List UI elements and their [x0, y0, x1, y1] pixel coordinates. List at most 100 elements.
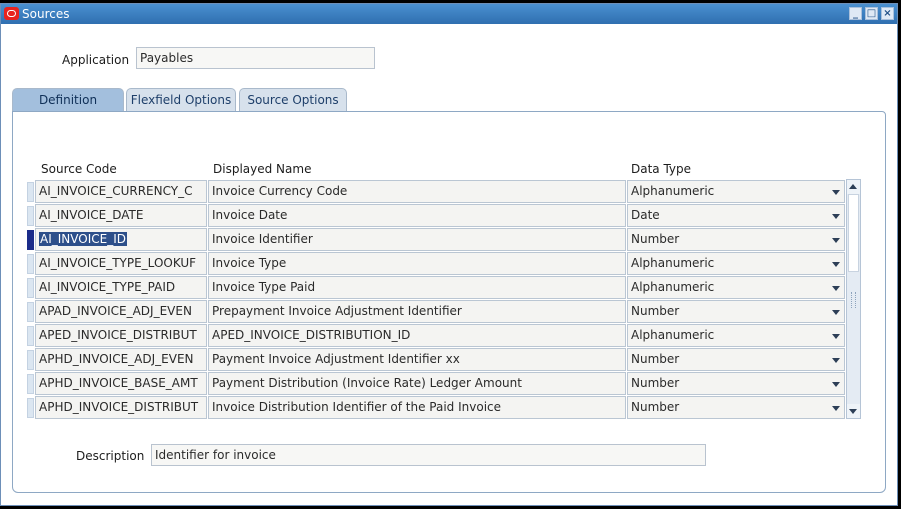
- data-type-value: Number: [631, 304, 680, 318]
- displayed-name-cell[interactable]: Payment Invoice Adjustment Identifier xx: [208, 348, 626, 371]
- chevron-down-icon[interactable]: [832, 334, 840, 339]
- data-type-value: Number: [631, 352, 680, 366]
- chevron-down-icon[interactable]: [832, 238, 840, 243]
- description-label: Description: [76, 449, 145, 463]
- scroll-thumb[interactable]: [848, 194, 859, 272]
- source-code-text: AI_INVOICE_ID: [39, 232, 127, 246]
- table-row[interactable]: APED_INVOICE_DISTRIBUT APED_INVOICE_DISTR…: [0, 324, 901, 348]
- table-row[interactable]: APHD_INVOICE_BASE_AMT Payment Distributio…: [0, 372, 901, 396]
- table-row[interactable]: AI_INVOICE_DATE Invoice Date Date: [0, 204, 901, 228]
- source-code-cell[interactable]: AI_INVOICE_ID: [35, 228, 207, 251]
- row-indicator[interactable]: [27, 302, 34, 322]
- source-code-cell[interactable]: AI_INVOICE_DATE: [35, 204, 207, 227]
- data-type-select[interactable]: Alphanumeric: [627, 180, 845, 203]
- tab-flexfield-options[interactable]: Flexfield Options: [126, 88, 236, 112]
- scroll-down-icon[interactable]: [847, 404, 860, 418]
- displayed-name-cell[interactable]: Payment Distribution (Invoice Rate) Ledg…: [208, 372, 626, 395]
- row-indicator[interactable]: [27, 350, 34, 370]
- row-indicator[interactable]: [27, 182, 34, 202]
- data-type-value: Alphanumeric: [631, 184, 715, 198]
- row-indicator[interactable]: [27, 374, 34, 394]
- row-indicator[interactable]: [27, 230, 34, 250]
- column-header-displayed-name: Displayed Name: [213, 162, 312, 176]
- source-code-text: APAD_INVOICE_ADJ_EVEN: [39, 304, 192, 318]
- source-code-cell[interactable]: APHD_INVOICE_ADJ_EVEN: [35, 348, 207, 371]
- data-type-select[interactable]: Alphanumeric: [627, 252, 845, 275]
- oracle-app-icon: [4, 7, 19, 20]
- table-row[interactable]: AI_INVOICE_TYPE_LOOKUF Invoice Type Alphan…: [0, 252, 901, 276]
- source-code-text: AI_INVOICE_DATE: [39, 208, 144, 222]
- source-code-text: APHD_INVOICE_ADJ_EVEN: [39, 352, 194, 366]
- data-type-select[interactable]: Number: [627, 372, 845, 395]
- source-code-cell[interactable]: AI_INVOICE_TYPE_PAID: [35, 276, 207, 299]
- data-type-value: Alphanumeric: [631, 280, 715, 294]
- row-indicator[interactable]: [27, 398, 34, 418]
- data-type-select[interactable]: Alphanumeric: [627, 276, 845, 299]
- data-type-select[interactable]: Number: [627, 228, 845, 251]
- row-indicator[interactable]: [27, 254, 34, 274]
- application-field[interactable]: Payables: [136, 47, 375, 69]
- chevron-down-icon[interactable]: [832, 190, 840, 195]
- application-label: Application: [62, 53, 130, 67]
- data-type-value: Number: [631, 376, 680, 390]
- source-code-cell[interactable]: AI_INVOICE_TYPE_LOOKUF: [35, 252, 207, 275]
- source-code-text: APHD_INVOICE_BASE_AMT: [39, 376, 198, 390]
- displayed-name-cell[interactable]: Prepayment Invoice Adjustment Identifier: [208, 300, 626, 323]
- table-scrollbar[interactable]: [846, 179, 861, 419]
- displayed-name-cell[interactable]: Invoice Identifier: [208, 228, 626, 251]
- source-code-cell[interactable]: APAD_INVOICE_ADJ_EVEN: [35, 300, 207, 323]
- data-type-select[interactable]: Number: [627, 300, 845, 323]
- table-row[interactable]: APHD_INVOICE_DISTRIBUT Invoice Distributi…: [0, 396, 901, 420]
- row-indicator[interactable]: [27, 206, 34, 226]
- minimize-icon[interactable]: _: [849, 7, 862, 20]
- maximize-icon[interactable]: □: [865, 7, 878, 20]
- table-row[interactable]: AI_INVOICE_TYPE_PAID Invoice Type Paid Alp…: [0, 276, 901, 300]
- description-field[interactable]: Identifier for invoice: [151, 444, 706, 466]
- table-row[interactable]: AI_INVOICE_CURRENCY_C Invoice Currency Co…: [0, 180, 901, 204]
- displayed-name-cell[interactable]: APED_INVOICE_DISTRIBUTION_ID: [208, 324, 626, 347]
- data-type-value: Number: [631, 400, 680, 414]
- chevron-down-icon[interactable]: [832, 310, 840, 315]
- data-type-select[interactable]: Date: [627, 204, 845, 227]
- scroll-up-icon[interactable]: [847, 180, 860, 194]
- source-code-text: APHD_INVOICE_DISTRIBUT: [39, 400, 199, 414]
- title-bar: Sources _ □ ×: [1, 4, 897, 24]
- displayed-name-cell[interactable]: Invoice Type Paid: [208, 276, 626, 299]
- displayed-name-cell[interactable]: Invoice Date: [208, 204, 626, 227]
- data-type-select[interactable]: Number: [627, 348, 845, 371]
- row-indicator[interactable]: [27, 326, 34, 346]
- data-type-value: Alphanumeric: [631, 256, 715, 270]
- column-header-data-type: Data Type: [631, 162, 692, 176]
- table-row[interactable]: APAD_INVOICE_ADJ_EVEN Prepayment Invoice …: [0, 300, 901, 324]
- data-type-value: Number: [631, 232, 680, 246]
- window-title: Sources: [22, 7, 70, 21]
- column-header-source-code: Source Code: [41, 162, 117, 176]
- close-icon[interactable]: ×: [881, 7, 894, 20]
- chevron-down-icon[interactable]: [832, 406, 840, 411]
- tab-definition[interactable]: Definition: [12, 88, 124, 113]
- chevron-down-icon[interactable]: [832, 262, 840, 267]
- source-code-text: AI_INVOICE_CURRENCY_C: [39, 184, 193, 198]
- displayed-name-cell[interactable]: Invoice Distribution Identifier of the P…: [208, 396, 626, 419]
- source-code-cell[interactable]: APHD_INVOICE_DISTRIBUT: [35, 396, 207, 419]
- chevron-down-icon[interactable]: [832, 214, 840, 219]
- displayed-name-cell[interactable]: Invoice Currency Code: [208, 180, 626, 203]
- source-code-cell[interactable]: APHD_INVOICE_BASE_AMT: [35, 372, 207, 395]
- data-type-select[interactable]: Alphanumeric: [627, 324, 845, 347]
- source-code-cell[interactable]: APED_INVOICE_DISTRIBUT: [35, 324, 207, 347]
- tab-source-options[interactable]: Source Options: [239, 88, 347, 112]
- source-code-text: APED_INVOICE_DISTRIBUT: [39, 328, 197, 342]
- source-code-cell[interactable]: AI_INVOICE_CURRENCY_C: [35, 180, 207, 203]
- chevron-down-icon[interactable]: [832, 358, 840, 363]
- table-row[interactable]: APHD_INVOICE_ADJ_EVEN Payment Invoice Adj…: [0, 348, 901, 372]
- row-indicator[interactable]: [27, 278, 34, 298]
- chevron-down-icon[interactable]: [832, 382, 840, 387]
- scroll-grip-icon: [851, 292, 856, 308]
- data-type-value: Date: [631, 208, 660, 222]
- data-type-select[interactable]: Number: [627, 396, 845, 419]
- source-code-text: AI_INVOICE_TYPE_LOOKUF: [39, 256, 197, 270]
- table-row[interactable]: AI_INVOICE_ID Invoice Identifier Number: [0, 228, 901, 252]
- chevron-down-icon[interactable]: [832, 286, 840, 291]
- displayed-name-cell[interactable]: Invoice Type: [208, 252, 626, 275]
- source-code-text: AI_INVOICE_TYPE_PAID: [39, 280, 176, 294]
